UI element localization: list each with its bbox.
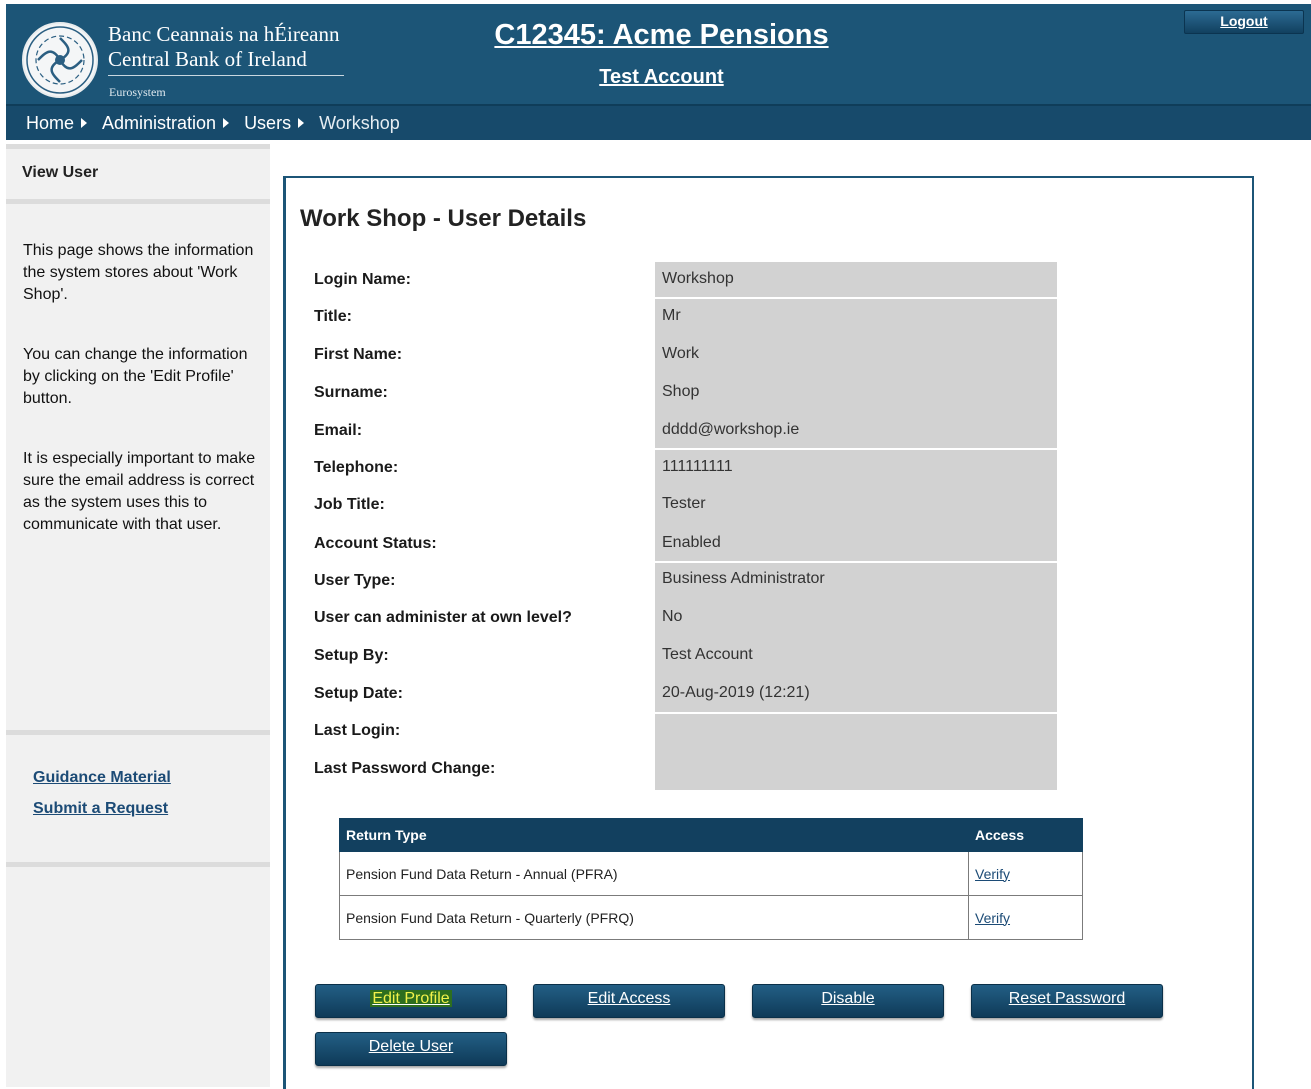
sidebar-divider <box>6 199 270 204</box>
delete-user-button[interactable]: Delete User <box>315 1032 507 1066</box>
edit-profile-button[interactable]: Edit Profile <box>315 984 507 1018</box>
email-value: dddd@workshop.ie <box>662 421 800 438</box>
surname-label: Surname: <box>314 384 388 401</box>
title-label: Title: <box>314 308 352 325</box>
breadcrumb-label: Administration <box>102 112 217 133</box>
setup-date-label: Setup Date: <box>314 685 403 702</box>
sidebar-help-text: It is especially important to make sure … <box>23 450 256 533</box>
breadcrumb-label: Home <box>26 112 75 133</box>
logout-button[interactable]: Logout <box>1184 10 1304 34</box>
first-name-value: Work <box>662 345 700 362</box>
telephone-label: Telephone: <box>314 459 399 476</box>
email-label: Email: <box>314 422 363 439</box>
user-type-label: User Type: <box>314 572 396 589</box>
sidebar-divider <box>6 730 270 735</box>
return-type-cell: Pension Fund Data Return - Annual (PFRA) <box>339 851 969 896</box>
surname-value: Shop <box>662 383 700 400</box>
breadcrumb-users[interactable]: Users <box>244 112 305 134</box>
breadcrumb-arrow-icon <box>223 118 230 128</box>
job-title-label: Job Title: <box>314 496 385 513</box>
organisation-title[interactable]: C12345: Acme Pensions <box>6 19 1311 52</box>
breadcrumb-label: Workshop <box>319 112 400 133</box>
return-type-cell: Pension Fund Data Return - Quarterly (PF… <box>339 895 969 940</box>
disable-button[interactable]: Disable <box>752 984 944 1018</box>
page-title: Work Shop - User Details <box>300 205 587 232</box>
telephone-value: 111111111 <box>662 458 733 475</box>
administer-own-level-label: User can administer at own level? <box>314 609 572 626</box>
account-status-label: Account Status: <box>314 535 437 552</box>
setup-by-value: Test Account <box>662 646 753 663</box>
login-name-value: Workshop <box>662 270 734 287</box>
sidebar-divider <box>6 862 270 867</box>
verify-link[interactable]: Verify <box>975 910 1010 926</box>
breadcrumb-administration[interactable]: Administration <box>102 112 230 134</box>
sidebar-help-text: You can change the information by clicki… <box>23 346 248 407</box>
return-type-table: Return Type Access Pension Fund Data Ret… <box>339 818 1083 940</box>
sidebar: View User This page shows the informatio… <box>6 144 270 1087</box>
login-name-label: Login Name: <box>314 271 411 288</box>
title-value: Mr <box>662 307 681 324</box>
setup-by-label: Setup By: <box>314 647 389 664</box>
last-login-label: Last Login: <box>314 722 401 739</box>
access-cell: Verify <box>968 851 1083 896</box>
breadcrumb-arrow-icon <box>81 118 88 128</box>
page-header: Banc Ceannais na hÉireann Central Bank o… <box>6 4 1311 106</box>
setup-date-value: 20-Aug-2019 (12:21) <box>662 684 810 701</box>
return-type-header: Return Type <box>339 818 969 852</box>
user-type-value: Business Administrator <box>662 570 825 587</box>
edit-profile-label: Edit Profile <box>370 990 452 1007</box>
breadcrumb-home[interactable]: Home <box>26 112 88 134</box>
table-header-row: Return Type Access <box>339 818 1083 852</box>
sidebar-help-text: This page shows the information the syst… <box>23 242 254 303</box>
breadcrumb-current: Workshop <box>319 113 400 134</box>
breadcrumb: Home Administration Users Workshop <box>6 106 1311 140</box>
breadcrumb-label: Users <box>244 112 292 133</box>
first-name-label: First Name: <box>314 346 403 363</box>
sidebar-divider <box>6 144 270 149</box>
last-password-change-label: Last Password Change: <box>314 760 496 777</box>
reset-password-button[interactable]: Reset Password <box>971 984 1163 1018</box>
submit-request-link[interactable]: Submit a Request <box>33 800 168 818</box>
job-title-value: Tester <box>662 495 706 512</box>
guidance-material-link[interactable]: Guidance Material <box>33 769 171 787</box>
sidebar-heading: View User <box>22 164 99 181</box>
account-status-value: Enabled <box>662 534 721 551</box>
access-cell: Verify <box>968 895 1083 940</box>
administer-own-level-value: No <box>662 608 683 625</box>
access-header: Access <box>968 818 1083 852</box>
value-box <box>655 712 1057 790</box>
table-row: Pension Fund Data Return - Quarterly (PF… <box>339 895 1083 940</box>
verify-link[interactable]: Verify <box>975 866 1010 882</box>
edit-access-button[interactable]: Edit Access <box>533 984 725 1018</box>
table-row: Pension Fund Data Return - Annual (PFRA)… <box>339 851 1083 896</box>
breadcrumb-arrow-icon <box>298 118 305 128</box>
account-title[interactable]: Test Account <box>6 66 1311 89</box>
